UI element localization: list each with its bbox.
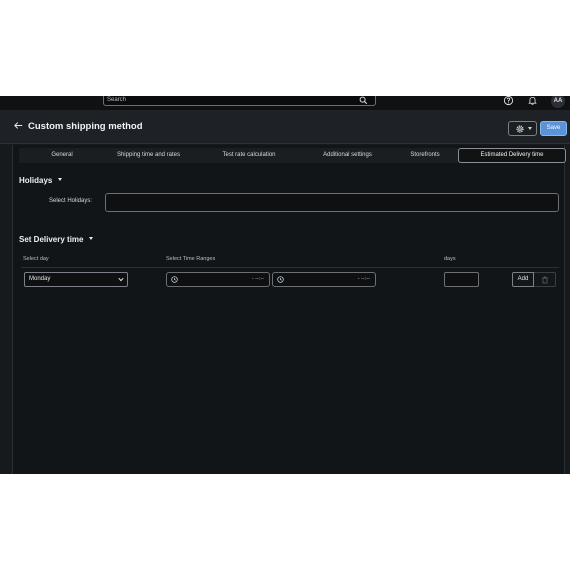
tab-bar: General Shipping time and rates Test rat… — [19, 148, 566, 163]
clock-icon — [277, 276, 284, 283]
gear-icon — [516, 125, 524, 133]
tab-general[interactable]: General — [31, 148, 93, 163]
column-header-days: days — [444, 256, 456, 262]
delete-button[interactable] — [534, 272, 556, 287]
save-button[interactable]: Save — [540, 121, 567, 136]
time-range-end-input[interactable]: - --:-- — [272, 272, 376, 287]
day-select[interactable]: Monday — [24, 272, 128, 287]
settings-dropdown-button[interactable] — [508, 121, 537, 136]
holidays-select-input[interactable] — [105, 193, 559, 212]
column-header-time-ranges: Select Time Ranges — [166, 256, 216, 262]
app-window: Search AA Custom shipping method Save Ge… — [0, 96, 570, 474]
add-button[interactable]: Add — [512, 272, 534, 287]
tab-storefronts[interactable]: Storefronts — [399, 148, 451, 163]
top-bar: Search AA — [0, 96, 570, 110]
tab-shipping-time-and-rates[interactable]: Shipping time and rates — [101, 148, 196, 163]
days-input[interactable] — [444, 272, 479, 287]
search-placeholder: Search — [107, 97, 127, 103]
page-title: Custom shipping method — [28, 121, 143, 132]
avatar[interactable]: AA — [551, 96, 565, 108]
caret-down-icon — [58, 178, 63, 181]
clock-icon — [171, 276, 178, 283]
chevron-down-icon — [528, 127, 532, 130]
search-icon[interactable] — [359, 96, 368, 105]
page-header: Custom shipping method Save — [0, 110, 570, 144]
time-start-placeholder: - --:-- — [251, 276, 264, 282]
holidays-toggle[interactable]: Holidays — [19, 176, 63, 186]
trash-icon — [542, 276, 548, 284]
row-divider — [21, 267, 559, 268]
column-header-day: Select day — [23, 256, 49, 262]
delivery-time-toggle[interactable]: Set Delivery time — [19, 235, 94, 245]
delivery-time-title: Set Delivery time — [19, 235, 84, 244]
time-range-start-input[interactable]: - --:-- — [166, 272, 270, 287]
tab-estimated-delivery-time[interactable]: Estimated Delivery time — [458, 148, 566, 163]
help-icon[interactable] — [503, 96, 514, 106]
content-panel: General Shipping time and rates Test rat… — [12, 145, 566, 474]
time-end-placeholder: - --:-- — [357, 276, 370, 282]
select-holidays-label: Select Holidays: — [49, 198, 93, 204]
tab-test-rate-calculation[interactable]: Test rate calculation — [205, 148, 293, 163]
chevron-down-icon — [118, 277, 124, 282]
tab-additional-settings[interactable]: Additional settings — [301, 148, 394, 163]
arrow-left-icon[interactable] — [13, 120, 24, 131]
caret-down-icon — [89, 237, 94, 240]
search-input[interactable]: Search — [103, 96, 376, 106]
holidays-title: Holidays — [19, 176, 53, 185]
bell-icon[interactable] — [527, 96, 538, 106]
day-select-value: Monday — [29, 276, 51, 282]
